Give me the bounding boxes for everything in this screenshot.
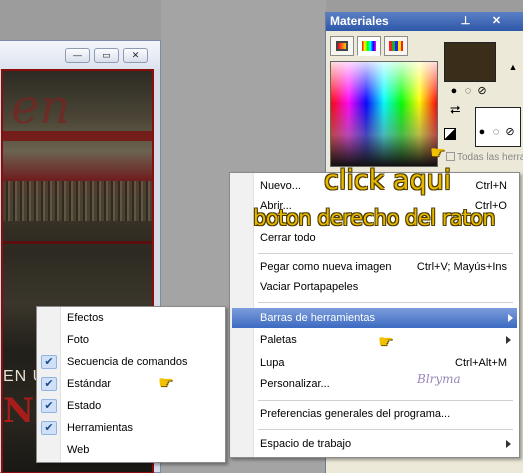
gradient-style-icon[interactable]: ◌	[489, 125, 503, 139]
palette-scroll-arrow-icon[interactable]: ▲	[506, 62, 520, 76]
transparent-style-icon[interactable]: ⊘	[475, 84, 489, 98]
annotation-right-button: boton derecho del raton	[253, 206, 496, 230]
bg-style-row: ● ◌ ⊘	[475, 125, 517, 139]
submenu-item-label: Secuencia de comandos	[67, 356, 188, 368]
close-icon[interactable]: ✕	[490, 15, 503, 28]
menu-item-label: Pegar como nueva imagen	[260, 261, 392, 273]
submenu-item-label: Herramientas	[67, 422, 134, 434]
menu-separator	[258, 253, 513, 254]
frame-tab[interactable]	[330, 36, 354, 56]
rainbow-tab[interactable]	[357, 36, 381, 56]
checkmark-icon: ✔	[41, 355, 57, 369]
close-button[interactable]: ✕	[123, 48, 148, 63]
submenu-item-efectos[interactable]: Efectos	[65, 308, 221, 328]
submenu-item-estado[interactable]: ✔ Estado	[41, 396, 221, 416]
submenu-item-herramientas[interactable]: ✔ Herramientas	[41, 418, 221, 438]
menu-separator	[258, 429, 513, 430]
color-style-icon[interactable]: ●	[447, 84, 461, 98]
rainbow-tab-icon	[362, 41, 376, 51]
reset-colors-icon[interactable]	[444, 128, 456, 140]
checkmark-icon: ✔	[41, 399, 57, 413]
menu-item-shortcut: Ctrl+Alt+M	[455, 357, 507, 369]
toolbars-submenu[interactable]: Efectos Foto ✔ Secuencia de comandos ✔ Est…	[36, 306, 226, 463]
menu-item-pegar-nueva-imagen[interactable]: Pegar como nueva imagen Ctrl+V; Mayús+Ins	[258, 257, 515, 277]
menu-item-label: Vaciar Portapapeles	[260, 281, 359, 293]
swatches-tab[interactable]	[384, 36, 408, 56]
canvas-texture-band	[3, 181, 152, 221]
menu-item-label: Personalizar...	[260, 378, 330, 390]
menu-item-label: Nuevo...	[260, 180, 301, 192]
menu-item-personalizar[interactable]: Personalizar...	[258, 374, 515, 394]
canvas-divider-line	[3, 241, 152, 244]
spectrum-overlay	[331, 62, 437, 166]
menu-separator	[258, 400, 513, 401]
menu-item-lupa[interactable]: Lupa Ctrl+Alt+M	[258, 353, 515, 373]
menu-item-preferencias-generales[interactable]: Preferencias generales del programa...	[258, 404, 515, 424]
checkmark-icon: ✔	[41, 377, 57, 391]
checkmark-icon: ✔	[41, 421, 57, 435]
swatches-tab-icon	[389, 41, 403, 51]
annotation-click-here: click aqui	[324, 165, 452, 196]
frame-tab-icon	[336, 41, 348, 51]
submenu-arrow-icon	[506, 336, 511, 344]
menu-item-label: Paletas	[260, 334, 297, 346]
transparent-style-icon[interactable]: ⊘	[503, 125, 517, 139]
pin-icon[interactable]: ⊥	[459, 15, 472, 28]
materials-titlebar[interactable]: Materiales ⊥ ✕	[326, 12, 523, 31]
all-tools-checkbox[interactable]	[446, 152, 455, 161]
menu-item-cerrar-todo[interactable]: Cerrar todo	[258, 228, 515, 248]
author-signature: Blryma	[417, 372, 461, 386]
submenu-item-label: Foto	[67, 334, 90, 346]
submenu-arrow-icon	[506, 440, 511, 448]
color-spectrum-picker[interactable]	[330, 61, 438, 167]
swap-colors-icon[interactable]: ⮂	[450, 102, 460, 118]
pointing-hand-icon: ☛	[430, 143, 446, 162]
submenu-item-label: Estándar	[67, 378, 112, 390]
menu-item-espacio-trabajo[interactable]: Espacio de trabajo	[258, 434, 515, 454]
restore-button[interactable]: ▭	[94, 48, 119, 63]
gradient-style-icon[interactable]: ◌	[461, 84, 475, 98]
submenu-item-label: Estado	[67, 400, 102, 412]
menu-item-barras-herramientas[interactable]: Barras de herramientas	[232, 308, 517, 328]
submenu-item-web[interactable]: Web	[65, 440, 221, 460]
all-tools-checkbox-row[interactable]: Todas las herra	[446, 152, 523, 163]
menu-item-label: Lupa	[260, 357, 285, 369]
pointing-hand-icon: ☛	[158, 373, 174, 392]
submenu-item-foto[interactable]: Foto	[65, 330, 221, 350]
menu-item-label: Barras de herramientas	[260, 312, 375, 324]
submenu-item-secuencia-comandos[interactable]: ✔ Secuencia de comandos	[41, 352, 221, 372]
menu-item-shortcut: Ctrl+V; Mayús+Ins	[416, 261, 507, 273]
pointing-hand-icon: ☛	[378, 332, 394, 351]
submenu-item-label: Efectos	[67, 312, 104, 324]
menu-item-label: Cerrar todo	[260, 232, 316, 244]
menu-item-label: Espacio de trabajo	[260, 438, 352, 450]
minimize-button[interactable]: —	[65, 48, 90, 63]
submenu-arrow-icon	[508, 314, 513, 322]
document-titlebar[interactable]: — ▭ ✕	[0, 41, 160, 69]
menu-item-vaciar-portapapeles[interactable]: Vaciar Portapapeles	[258, 277, 515, 297]
submenu-item-label: Web	[67, 444, 90, 456]
fg-style-row: ● ◌ ⊘	[447, 84, 489, 98]
menu-item-label: Preferencias generales del programa...	[260, 408, 451, 420]
menu-item-shortcut: Ctrl+N	[475, 180, 507, 192]
color-style-icon[interactable]: ●	[475, 125, 489, 139]
all-tools-label: Todas las herra	[457, 152, 523, 163]
canvas-title-text: en	[11, 79, 71, 135]
menu-separator	[258, 302, 513, 303]
submenu-item-estandar[interactable]: ✔ Estándar	[41, 374, 221, 394]
foreground-color-swatch[interactable]	[444, 42, 496, 82]
materials-title: Materiales	[330, 14, 389, 28]
